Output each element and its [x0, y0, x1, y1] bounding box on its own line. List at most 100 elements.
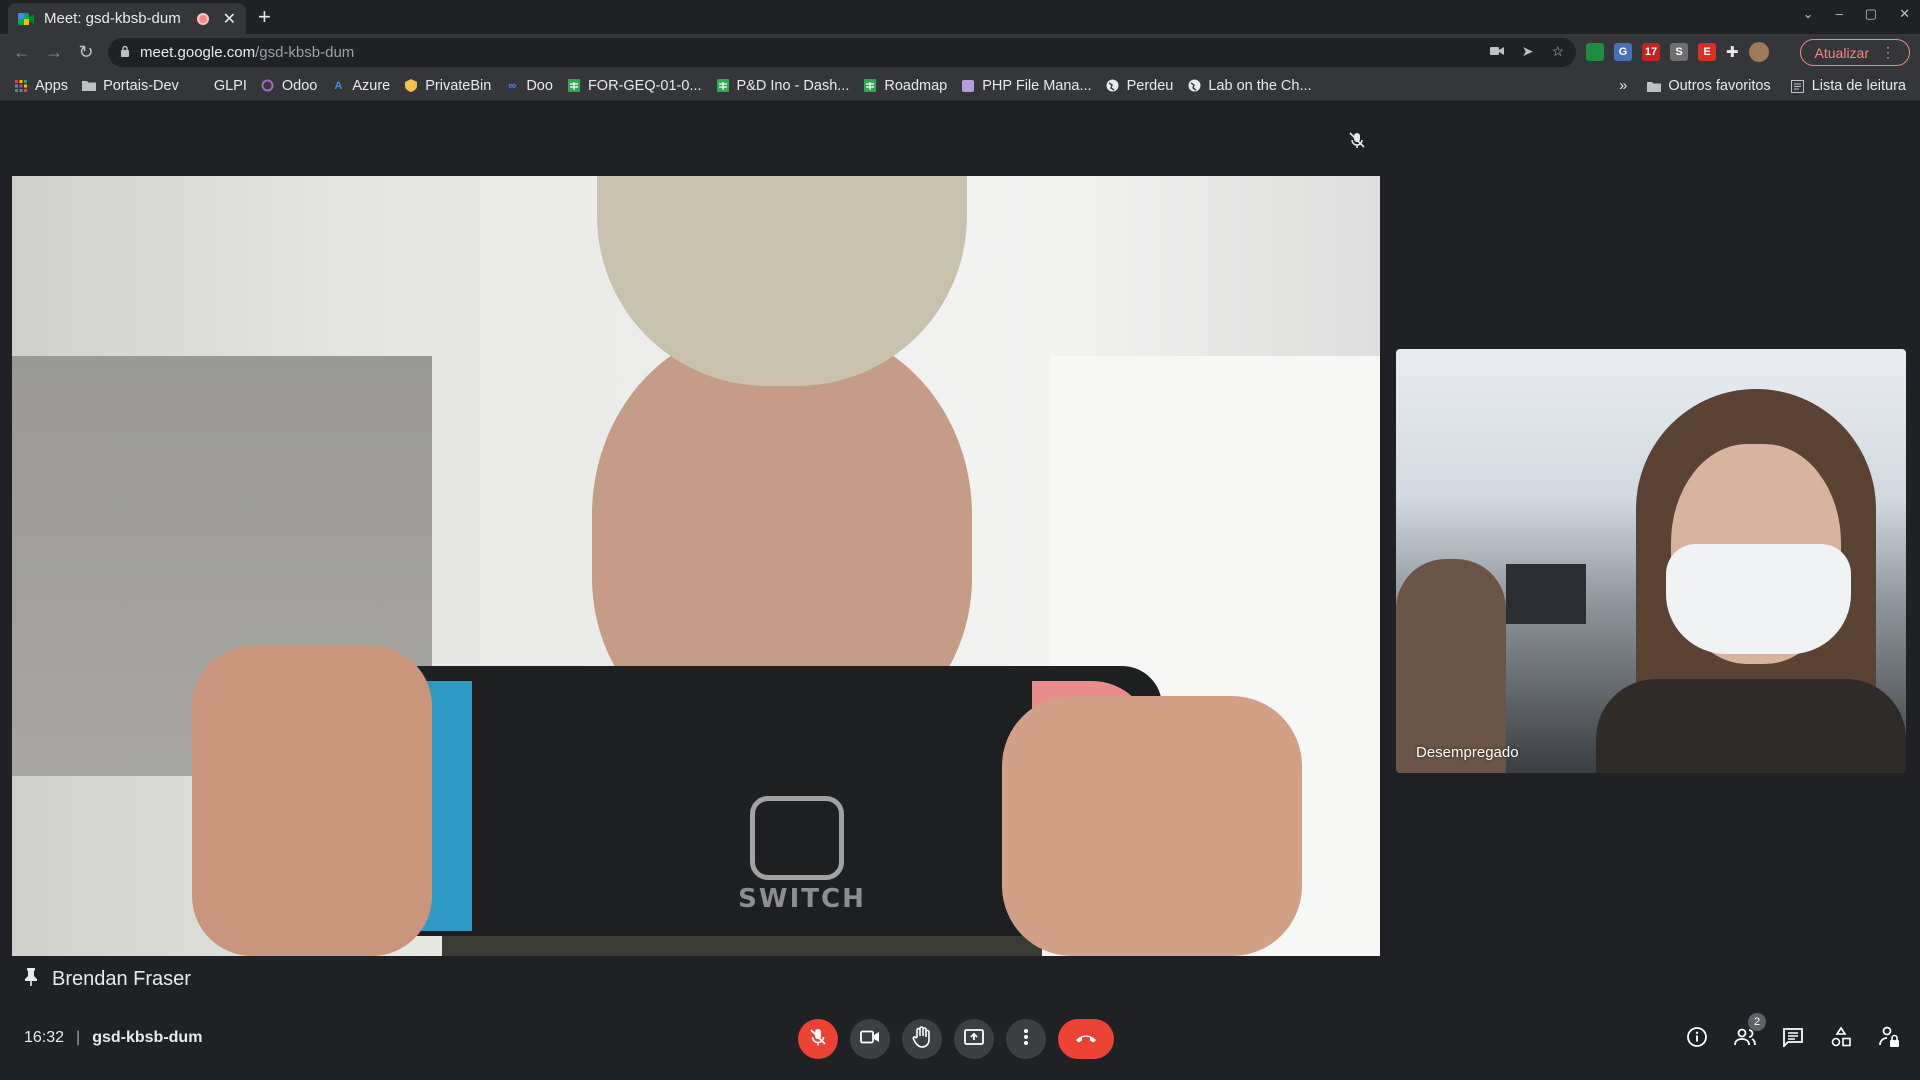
update-label: Atualizar [1814, 44, 1869, 61]
bookmark-star-icon[interactable]: ☆ [1551, 43, 1564, 60]
camera-icon[interactable] [1489, 43, 1504, 60]
bookmark-privatebin[interactable]: PrivateBin [404, 78, 491, 94]
present-icon [964, 1028, 984, 1050]
bookmarks-bar: Apps Portais-Dev GLPI Odoo A Azure Priva… [0, 71, 1920, 101]
meet-icon [18, 12, 34, 26]
bookmark-for-geq[interactable]: FOR-GEQ-01-0... [567, 78, 702, 94]
sheets-icon [716, 79, 730, 93]
back-icon[interactable]: ← [6, 42, 38, 63]
address-bar[interactable]: meet.google.com/gsd-kbsb-dum ➤ ☆ [108, 38, 1576, 67]
reading-list-icon [1791, 79, 1805, 93]
activities-button[interactable] [1828, 1019, 1854, 1059]
globe-icon [1187, 79, 1201, 93]
bookmark-azure[interactable]: A Azure [331, 78, 390, 94]
privatebin-icon [404, 79, 418, 93]
new-tab-button[interactable]: + [258, 4, 271, 30]
right-hand [1002, 696, 1302, 956]
mail-extension-icon[interactable]: 17 [1642, 43, 1660, 61]
globe-icon [1106, 79, 1120, 93]
leave-call-button[interactable] [1058, 1019, 1114, 1059]
send-icon[interactable]: ➤ [1522, 43, 1534, 60]
tab-title: Meet: gsd-kbsb-dum [44, 10, 181, 27]
more-options-button[interactable] [1006, 1019, 1046, 1059]
folder-icon [82, 79, 97, 93]
raise-hand-button[interactable] [902, 1019, 942, 1059]
participant-mask [1666, 544, 1851, 654]
minimize-icon[interactable]: – [1836, 6, 1843, 22]
meeting-code: gsd-kbsb-dum [92, 1029, 203, 1046]
url-path: /gsd-kbsb-dum [255, 44, 355, 61]
mic-toggle-button[interactable] [798, 1019, 838, 1059]
bookmark-outros-favoritos[interactable]: Outros favoritos [1647, 78, 1771, 94]
lock-icon[interactable] [120, 45, 130, 60]
lock-person-icon [1878, 1026, 1900, 1053]
bookmark-doo[interactable]: ∞ Doo [505, 78, 553, 94]
maximize-icon[interactable]: ▢ [1865, 6, 1877, 22]
translate-extension-icon[interactable]: G [1614, 43, 1632, 61]
browser-toolbar: ← → ↻ meet.google.com/gsd-kbsb-dum ➤ ☆ G… [0, 34, 1920, 71]
folder-icon [1647, 79, 1662, 93]
browser-tab[interactable]: Meet: gsd-kbsb-dum ✕ [8, 3, 246, 34]
mic-off-icon [1348, 131, 1368, 151]
glpi-icon [193, 79, 207, 93]
side-participant-name: Desempregado [1416, 744, 1519, 761]
bookmark-portais-dev[interactable]: Portais-Dev [82, 78, 179, 94]
activities-icon [1830, 1026, 1852, 1053]
participant-jacket [1596, 679, 1906, 773]
reload-icon[interactable]: ↻ [70, 42, 102, 63]
sheets-icon [863, 79, 877, 93]
s-extension-icon[interactable]: S [1670, 43, 1688, 61]
main-video-tile[interactable]: SWITCH [12, 176, 1380, 956]
participant-cap [597, 176, 967, 386]
tab-close-icon[interactable]: ✕ [223, 9, 236, 29]
url-host: meet.google.com [140, 44, 256, 61]
bookmark-perdeu[interactable]: Perdeu [1106, 78, 1173, 94]
present-screen-button[interactable] [954, 1019, 994, 1059]
bookmark-apps[interactable]: Apps [14, 78, 68, 94]
main-participant-name: Brendan Fraser [52, 968, 191, 990]
bookmark-lab-on-the-ch[interactable]: Lab on the Ch... [1187, 78, 1312, 94]
console-logo [750, 796, 844, 880]
extension-icon[interactable] [1586, 43, 1604, 61]
call-end-icon [1074, 1030, 1098, 1048]
meeting-details-button[interactable] [1684, 1019, 1710, 1059]
videocam-icon [860, 1030, 880, 1049]
tab-search-icon[interactable]: ⌄ [1803, 6, 1814, 22]
e-extension-icon[interactable]: E [1698, 43, 1716, 61]
hand-icon [912, 1025, 932, 1053]
meeting-side-controls: 2 [1684, 1013, 1902, 1059]
bookmarks-overflow-button[interactable]: » [1619, 78, 1627, 94]
odoo-icon [261, 79, 275, 93]
puzzle-icon[interactable]: ✚ [1726, 43, 1739, 61]
host-controls-button[interactable] [1876, 1019, 1902, 1059]
bookmark-php-file-manager[interactable]: PHP File Mana... [961, 78, 1092, 94]
pin-icon[interactable] [24, 967, 38, 992]
forward-icon[interactable]: → [38, 42, 70, 63]
close-window-icon[interactable]: ✕ [1899, 6, 1910, 22]
camera-toggle-button[interactable] [850, 1019, 890, 1059]
bookmark-roadmap[interactable]: Roadmap [863, 78, 947, 94]
php-icon [961, 79, 975, 93]
pinned-participant: Brendan Fraser [24, 967, 191, 992]
more-vert-icon[interactable]: ⋮ [1881, 44, 1895, 61]
meeting-info: 16:32 | gsd-kbsb-dum [24, 1029, 202, 1047]
meet-stage: SWITCH Desempregado Brendan Fraser 16:32… [0, 101, 1920, 1080]
call-controls [798, 1019, 1114, 1059]
update-button[interactable]: Atualizar ⋮ [1799, 39, 1910, 66]
extensions-area: G 17 S E ✚ [1586, 42, 1769, 62]
reading-list-button[interactable]: Lista de leitura [1791, 78, 1906, 94]
people-button[interactable]: 2 [1732, 1013, 1766, 1059]
bookmarks-right: » Outros favoritos Lista de leitura [1619, 71, 1906, 101]
background-person [1396, 559, 1506, 773]
side-video-tile[interactable]: Desempregado [1396, 349, 1906, 773]
bookmark-glpi[interactable]: GLPI [193, 78, 247, 94]
window-controls: ⌄ – ▢ ✕ [1803, 6, 1910, 22]
azure-icon: A [334, 79, 343, 92]
chat-icon [1782, 1027, 1804, 1052]
chat-button[interactable] [1780, 1019, 1806, 1059]
separator: | [76, 1029, 81, 1046]
profile-avatar[interactable] [1748, 42, 1769, 62]
bookmark-pd-ino[interactable]: P&D Ino - Dash... [716, 78, 849, 94]
mic-off-icon [808, 1027, 828, 1052]
bookmark-odoo[interactable]: Odoo [261, 78, 317, 94]
